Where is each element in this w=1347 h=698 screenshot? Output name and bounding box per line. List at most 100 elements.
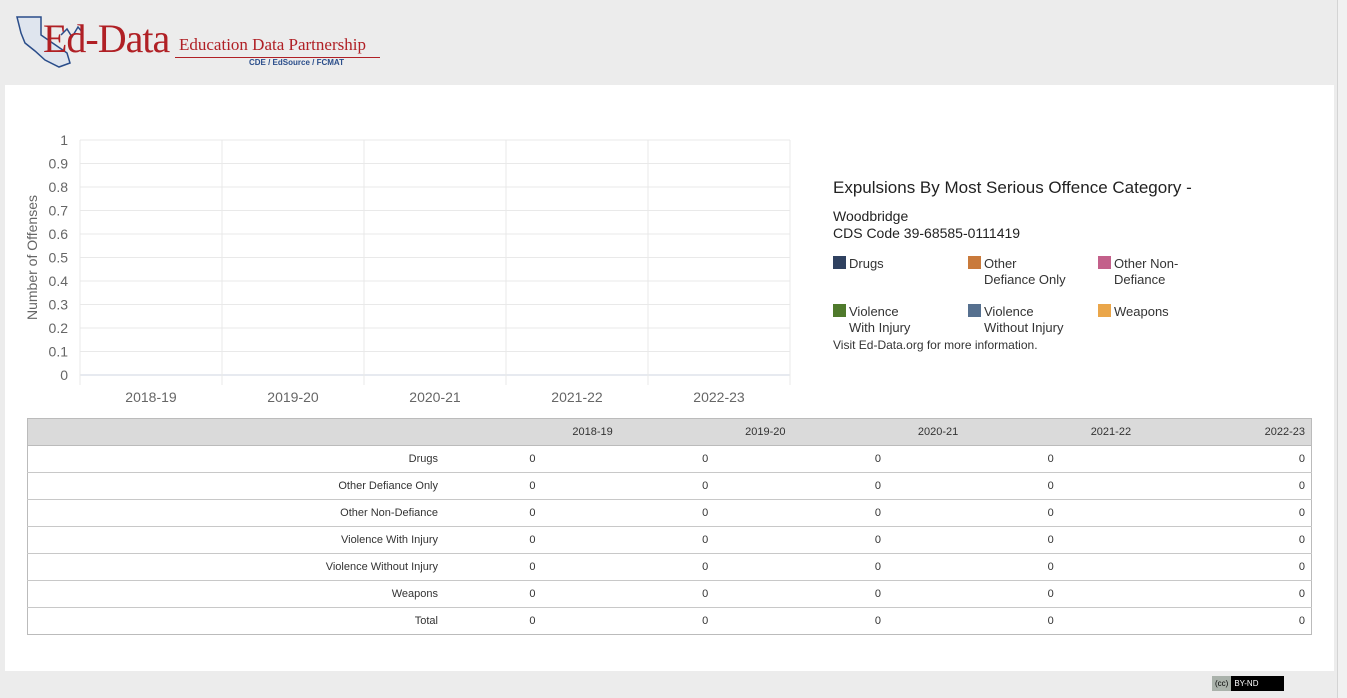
table-cell: 0: [446, 553, 619, 581]
cds-code: CDS Code 39-68585-0111419: [833, 225, 1021, 241]
legend-label-line: Weapons: [1114, 304, 1169, 319]
y-tick-label: 0.5: [49, 250, 69, 266]
row-label: Drugs: [27, 445, 446, 473]
expulsions-chart: 0 0.1 0.2 0.3 0.4 0.5 0.6 0.7 0.8 0.9 1 2018-19 2019…: [24, 132, 791, 405]
row-label: Other Non-Defiance: [27, 499, 446, 527]
table-row: Other Defiance Only 0 0 0 0 0: [27, 472, 1312, 500]
legend-swatch: [1098, 304, 1111, 317]
legend-item[interactable]: Violence Without Injury: [968, 304, 1063, 336]
table-cell: 0: [446, 445, 619, 473]
row-label: Total: [414, 615, 438, 627]
logo-tagline: Education Data Partnership: [179, 35, 366, 54]
scrollbar[interactable]: [1337, 0, 1347, 698]
creative-commons-license-badge[interactable]: (cc) BY-ND: [1212, 676, 1284, 691]
table-cell: 0: [791, 445, 965, 473]
legend-swatch: [968, 256, 981, 269]
table-cell: 0: [618, 580, 792, 608]
table-row: Total 0 0 0 0 0: [28, 608, 1312, 635]
license-text: BY-ND: [1234, 679, 1259, 688]
table-cell: 0: [964, 472, 1138, 500]
y-axis-label: Number of Offenses: [24, 195, 40, 320]
visit-ed-data-text: Visit Ed-Data.org for more information.: [833, 338, 1038, 352]
legend-label: Other Non- Defiance: [1114, 256, 1178, 288]
logo-subtitle: CDE / EdSource / FCMAT: [249, 58, 344, 67]
legend-item[interactable]: Weapons: [1098, 304, 1169, 320]
y-tick-label: 0.6: [49, 226, 69, 242]
table-cell: 0: [446, 526, 619, 554]
legend-label-line: Violence: [984, 304, 1034, 319]
table-cell: 0: [964, 553, 1138, 581]
header: Ed-Data Education Data Partnership CDE /…: [5, 5, 1334, 85]
table-cell: 0: [1137, 580, 1312, 608]
table-cell: 0: [791, 472, 965, 500]
legend-swatch: [1098, 256, 1111, 269]
table-corner-header: [27, 418, 446, 446]
table-cell: 0: [791, 526, 965, 554]
y-tick-label: 0.1: [49, 344, 69, 360]
legend-label: Other Defiance Only: [984, 256, 1066, 288]
table-cell: 0: [1137, 499, 1312, 527]
legend-item[interactable]: Other Non- Defiance: [1098, 256, 1178, 288]
table-cell: 0: [446, 472, 619, 500]
legend-label-line: Other: [984, 256, 1017, 271]
legend-item[interactable]: Drugs: [833, 256, 884, 272]
logo-wordmark: Ed-Data: [43, 16, 170, 61]
y-tick-label: 0.9: [49, 156, 69, 172]
legend-swatch: [833, 256, 846, 269]
table-cell: 0: [618, 526, 792, 554]
column-header: 2020-21: [791, 418, 965, 446]
row-label: Violence With Injury: [27, 526, 446, 554]
table-row: Drugs 0 0 0 0 0: [27, 445, 1312, 473]
legend-label-line: With Injury: [849, 320, 911, 335]
y-tick-label: 0.4: [49, 273, 69, 289]
x-tick-label: 2022-23: [693, 389, 745, 405]
table-row: Weapons 0 0 0 0 0: [27, 580, 1312, 608]
table-row: Violence With Injury 0 0 0 0 0: [27, 526, 1312, 554]
school-name: Woodbridge: [833, 208, 909, 224]
table-cell: 0: [1137, 526, 1312, 554]
legend-item[interactable]: Other Defiance Only: [968, 256, 1066, 288]
chart-title: Expulsions By Most Serious Offence Categ…: [833, 178, 1192, 197]
table-cell: 0: [791, 499, 965, 527]
table-cell: 0: [874, 615, 881, 627]
table-cell: 0: [964, 499, 1138, 527]
table-cell: 0: [446, 580, 619, 608]
table-row: Violence Without Injury 0 0 0 0 0: [27, 553, 1312, 581]
row-label: Other Defiance Only: [27, 472, 446, 500]
x-tick-label: 2019-20: [267, 389, 319, 405]
x-tick-label: 2021-22: [551, 389, 603, 405]
legend-label: Drugs: [849, 256, 884, 272]
legend-item[interactable]: Violence With Injury: [833, 304, 910, 336]
table-cell: 0: [1047, 615, 1054, 627]
ed-data-logo[interactable]: Ed-Data Education Data Partnership CDE /…: [15, 13, 395, 69]
y-tick-label: 0.8: [49, 179, 69, 195]
table-cell: 0: [618, 499, 792, 527]
table-cell: 0: [529, 615, 536, 627]
table-header-row: 2018-19 2019-20 2020-21 2021-22 2022-23: [27, 418, 1312, 446]
y-tick-label: 0: [60, 367, 68, 383]
chart-info-panel: Expulsions By Most Serious Offence Categ…: [833, 178, 1303, 352]
x-tick-label: 2020-21: [409, 389, 461, 405]
chart-area: 0 0.1 0.2 0.3 0.4 0.5 0.6 0.7 0.8 0.9 1 2018-19 2019…: [5, 130, 805, 410]
column-header: 2019-20: [618, 418, 792, 446]
cc-icon: (cc): [1212, 676, 1232, 691]
legend-label: Violence With Injury: [849, 304, 910, 336]
table-cell: 0: [791, 580, 965, 608]
table-cell: 0: [1298, 615, 1305, 627]
table-cell: 0: [964, 526, 1138, 554]
column-header: 2018-19: [446, 418, 619, 446]
column-header: 2021-22: [964, 418, 1138, 446]
y-tick-label: 1: [60, 132, 68, 148]
chart-legend: Drugs Other Defiance Only Other Non- Defianc…: [833, 256, 1303, 338]
legend-label-line: Drugs: [849, 256, 884, 271]
table-cell: 0: [1137, 445, 1312, 473]
legend-label: Weapons: [1114, 304, 1169, 320]
table-cell: 0: [618, 472, 792, 500]
table-cell: 0: [791, 553, 965, 581]
table-cell: 0: [618, 553, 792, 581]
table-cell: 0: [1137, 472, 1312, 500]
legend-label-line: Violence: [849, 304, 899, 319]
row-label: Weapons: [27, 580, 446, 608]
legend-swatch: [833, 304, 846, 317]
x-tick-label: 2018-19: [125, 389, 177, 405]
